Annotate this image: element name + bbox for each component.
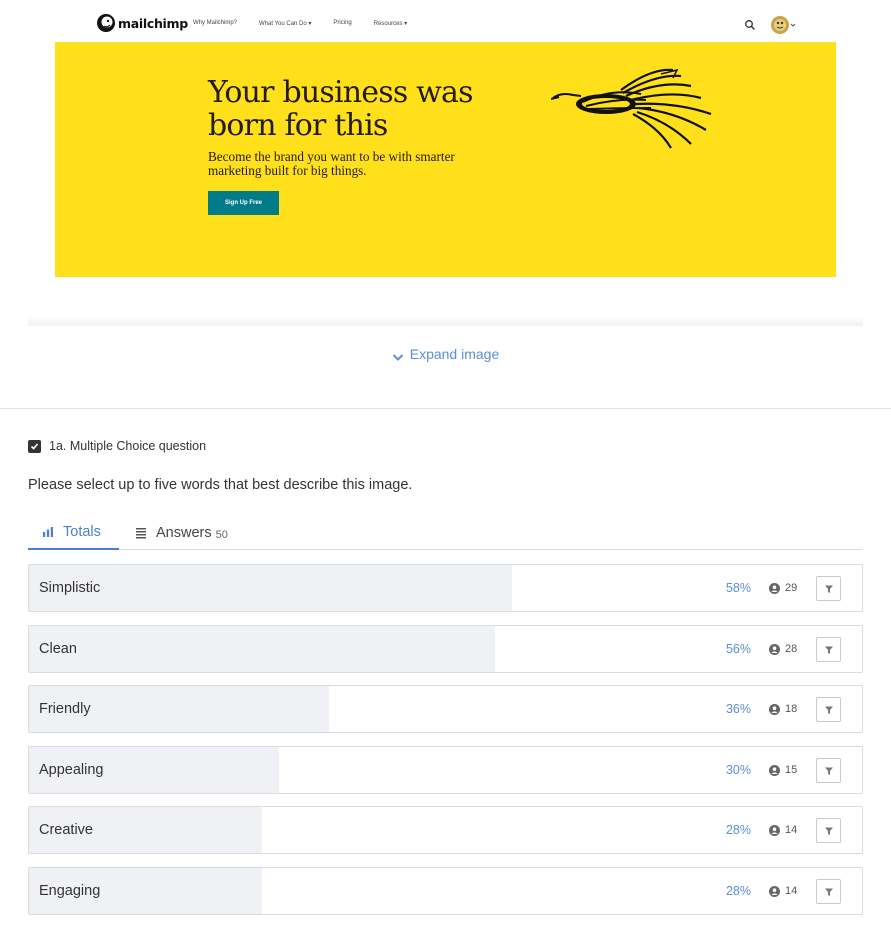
result-percent: 28% [725,823,751,837]
result-tabs: Totals Answers 50 [28,516,863,550]
expand-image-label: Expand image [409,346,500,362]
person-icon [769,704,780,715]
result-count: 15 [785,764,798,776]
result-label: Friendly [39,701,91,717]
filter-icon [824,706,833,714]
expand-image-link[interactable]: Expand image [0,346,891,362]
result-bar [29,626,496,672]
bar-chart-icon [43,527,53,537]
nav-link-why: Why Mailchimp? [193,20,238,26]
signup-button: Sign Up Free [208,191,279,215]
site-nav: mailchimp Why Mailchimp? What You Can Do… [55,8,836,42]
filter-button[interactable] [816,637,841,662]
result-label: Appealing [39,762,104,778]
filter-button[interactable] [816,697,841,722]
result-count: 28 [785,643,798,655]
filter-button[interactable] [816,576,841,601]
result-row: Creative 28% 14 [28,806,863,854]
mailchimp-logo: mailchimp [96,13,188,33]
nav-link-pricing: Pricing [333,20,352,26]
hero-banner: Your business was born for this Become t… [55,42,836,277]
result-count: 29 [785,582,798,594]
result-percent: 30% [725,763,751,777]
freddie-logo-icon [97,14,115,32]
image-preview: mailchimp Why Mailchimp? What You Can Do… [0,0,891,409]
result-label: Creative [39,822,93,838]
question-header: 1a. Multiple Choice question [28,439,206,453]
filter-icon [824,646,833,654]
hero-subtitle: Become the brand you want to be with sma… [208,149,455,178]
result-label: Simplistic [39,580,101,596]
person-icon [769,825,780,836]
filter-icon [824,827,833,835]
tab-answers-label: Answers [156,525,212,541]
result-percent: 36% [725,702,751,716]
site-nav-links: Why Mailchimp? What You Can Do ▾ Pricing… [193,20,429,27]
bird-illustration [551,68,712,149]
answers-count: 50 [215,528,228,541]
result-row: Clean 56% 28 [28,625,863,673]
person-icon [769,583,780,594]
filter-icon [824,888,833,896]
person-icon [769,886,780,897]
result-percent: 56% [725,642,751,656]
result-count: 14 [785,885,798,897]
nav-link-what-you-can-do: What You Can Do ▾ [259,21,312,27]
result-row: Friendly 36% 18 [28,685,863,733]
result-row: Engaging 28% 14 [28,867,863,915]
person-icon [769,644,780,655]
result-row: Simplistic 58% 29 [28,564,863,612]
nav-link-resources: Resources ▾ [373,21,408,27]
question-title: 1a. Multiple Choice question [49,439,207,453]
list-icon [136,528,146,539]
result-percent: 28% [725,884,751,898]
filter-button[interactable] [816,758,841,783]
result-count: 14 [785,824,798,836]
result-percent: 58% [725,581,751,595]
logo-text: mailchimp [118,15,188,31]
result-bar [29,565,513,611]
tab-totals-label: Totals [63,524,101,540]
filter-icon [824,585,833,593]
filter-button[interactable] [816,879,841,904]
hero-title: Your business was born for this [208,75,474,143]
result-row: Appealing 30% 15 [28,746,863,794]
section-divider [0,408,891,409]
result-label: Engaging [39,883,101,899]
result-label: Clean [39,641,77,657]
filter-icon [824,767,833,775]
result-count: 18 [785,703,798,715]
person-icon [769,765,780,776]
search-icon [745,20,755,30]
tab-totals[interactable]: Totals [28,516,119,550]
tab-answers[interactable]: Answers 50 [135,516,228,550]
question-prompt: Please select up to five words that best… [28,477,413,493]
avatar-icon [771,16,796,34]
chevron-down-icon [392,354,403,361]
checkbox-icon [28,439,41,453]
filter-button[interactable] [816,818,841,843]
preview-fade [28,316,863,326]
